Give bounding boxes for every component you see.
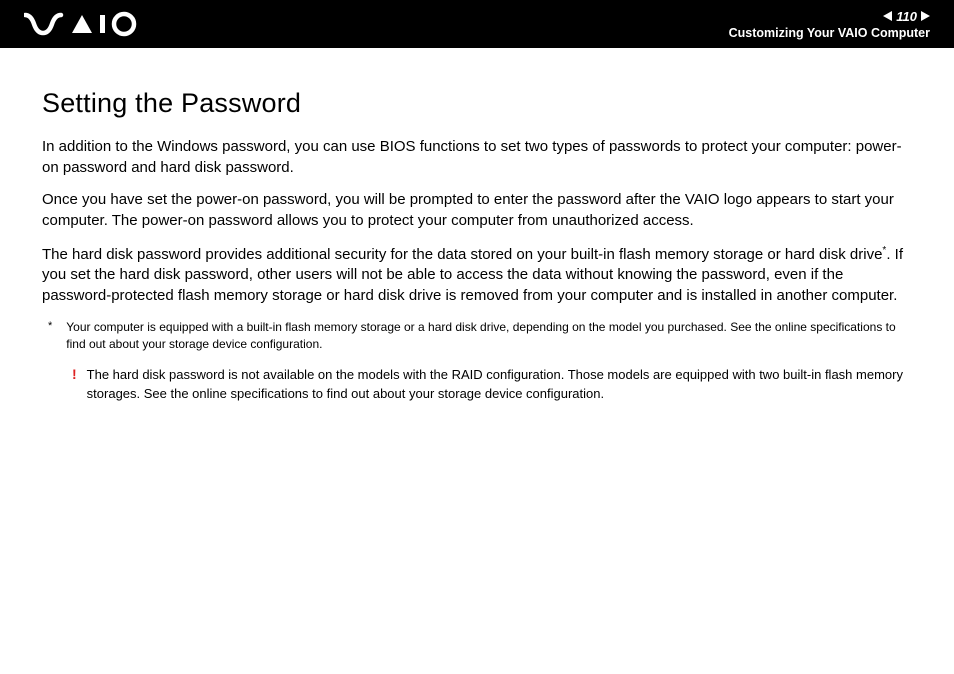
paragraph-1: In addition to the Windows password, you… bbox=[42, 137, 912, 178]
paragraph-3: The hard disk password provides addition… bbox=[42, 244, 912, 307]
vaio-logo bbox=[24, 11, 144, 37]
header-right: 110 Customizing Your VAIO Computer bbox=[729, 9, 930, 40]
paragraph-2: Once you have set the power-on password,… bbox=[42, 190, 912, 231]
footnote-marker: * bbox=[48, 319, 52, 353]
page-number: 110 bbox=[896, 9, 917, 24]
warning-note: ! The hard disk password is not availabl… bbox=[42, 366, 912, 402]
warning-icon: ! bbox=[72, 366, 77, 402]
page-navigation: 110 bbox=[883, 9, 930, 24]
header-bar: 110 Customizing Your VAIO Computer bbox=[0, 0, 954, 48]
warning-text: The hard disk password is not available … bbox=[87, 366, 912, 402]
prev-page-arrow-icon[interactable] bbox=[883, 11, 892, 21]
footnote: * Your computer is equipped with a built… bbox=[42, 319, 912, 353]
next-page-arrow-icon[interactable] bbox=[921, 11, 930, 21]
paragraph-3a: The hard disk password provides addition… bbox=[42, 246, 882, 263]
breadcrumb[interactable]: Customizing Your VAIO Computer bbox=[729, 26, 930, 40]
page-title: Setting the Password bbox=[42, 88, 912, 119]
page-content: Setting the Password In addition to the … bbox=[0, 48, 954, 403]
footnote-text: Your computer is equipped with a built-i… bbox=[66, 319, 912, 353]
